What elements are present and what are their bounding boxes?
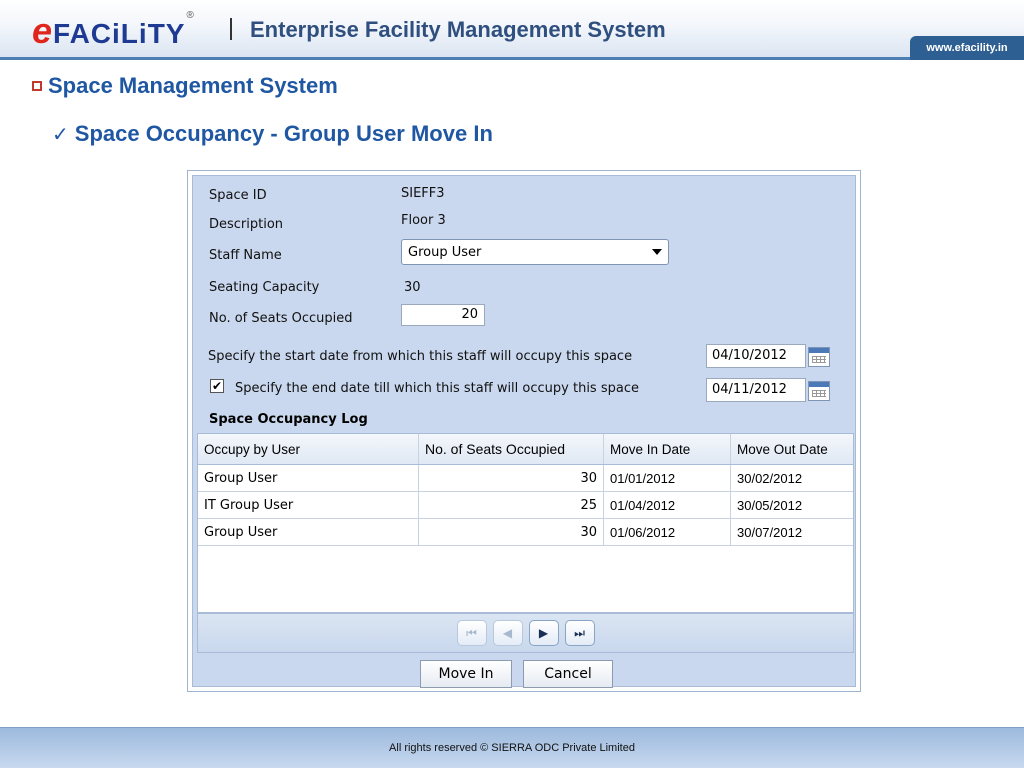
cell-seats: 25 <box>419 492 604 518</box>
cell-user: IT Group User <box>198 492 419 518</box>
table-header: Occupy by User No. of Seats Occupied Mov… <box>198 434 853 465</box>
end-date-calendar-icon[interactable] <box>808 381 830 401</box>
seating-capacity-label: Seating Capacity <box>209 280 320 295</box>
staff-name-selected: Group User <box>408 244 482 260</box>
cell-move-out: 30/05/2012 <box>737 497 803 513</box>
logo-text: FACiLiTY <box>53 18 186 49</box>
move-in-button[interactable]: Move In <box>420 660 512 688</box>
column-header-move-out[interactable]: Move Out Date <box>731 434 853 464</box>
move-in-panel: Space ID SIEFF3 Description Floor 3 Staf… <box>187 170 861 692</box>
cell-move-out: 30/07/2012 <box>737 524 803 540</box>
logo-e: e <box>32 10 54 51</box>
cell-seats: 30 <box>419 519 604 545</box>
last-page-icon[interactable]: ⏭ <box>564 620 595 646</box>
efacility-logo: eFACiLiTY® <box>32 10 195 52</box>
registered-mark: ® <box>186 10 195 21</box>
end-date-checkbox[interactable]: ✔ <box>210 379 224 393</box>
system-title: Enterprise Facility Management System <box>250 17 666 42</box>
checkmark-icon: ✓ <box>52 122 69 146</box>
column-header-user[interactable]: Occupy by User <box>198 434 419 464</box>
pagination-bar: ⏮ ◀ ▶ ⏭ <box>197 613 854 653</box>
staff-name-select[interactable]: Group User <box>401 239 669 265</box>
description-label: Description <box>209 217 284 232</box>
space-id-label: Space ID <box>209 188 267 203</box>
website-badge: www.efacility.in <box>910 36 1024 60</box>
start-date-calendar-icon[interactable] <box>808 347 830 367</box>
chevron-down-icon[interactable] <box>652 249 662 255</box>
seats-occupied-label: No. of Seats Occupied <box>209 311 353 326</box>
table-row[interactable]: Group User 30 01/06/2012 30/07/2012 <box>198 519 853 546</box>
subheading-bullet: ✓ Space Occupancy - Group User Move In <box>52 121 493 147</box>
next-page-icon[interactable]: ▶ <box>528 620 559 646</box>
table-row[interactable]: IT Group User 25 01/04/2012 30/05/2012 <box>198 492 853 519</box>
cell-move-out: 30/02/2012 <box>737 470 803 486</box>
prev-page-icon[interactable]: ◀ <box>492 620 523 646</box>
move-in-form: Space ID SIEFF3 Description Floor 3 Staf… <box>192 175 856 688</box>
cell-seats: 30 <box>419 465 604 491</box>
cell-user: Group User <box>198 465 419 491</box>
column-header-seats[interactable]: No. of Seats Occupied <box>419 434 604 464</box>
header-banner: eFACiLiTY® Enterprise Facility Managemen… <box>0 0 1024 60</box>
start-date-label: Specify the start date from which this s… <box>208 349 633 364</box>
description-value: Floor 3 <box>401 213 446 228</box>
cancel-button[interactable]: Cancel <box>523 660 613 688</box>
space-id-value: SIEFF3 <box>401 186 445 201</box>
page-heading: Space Management System <box>48 73 338 98</box>
footer-bar: All rights reserved © SIERRA ODC Private… <box>0 727 1024 768</box>
end-date-label: Specify the end date till which this sta… <box>235 381 639 396</box>
cell-user: Group User <box>198 519 419 545</box>
heading-bullet: Space Management System <box>32 73 338 99</box>
seating-capacity-value: 30 <box>404 280 421 295</box>
cell-move-in: 01/06/2012 <box>604 519 731 545</box>
column-header-move-in[interactable]: Move In Date <box>604 434 731 464</box>
start-date-input[interactable]: 04/10/2012 <box>706 344 806 368</box>
table-row[interactable]: Group User 30 01/01/2012 30/02/2012 <box>198 465 853 492</box>
header-divider <box>230 18 232 40</box>
cell-move-in: 01/01/2012 <box>604 465 731 491</box>
first-page-icon[interactable]: ⏮ <box>456 620 487 646</box>
seats-occupied-input[interactable]: 20 <box>401 304 485 326</box>
cell-move-in: 01/04/2012 <box>604 492 731 518</box>
copyright-text: All rights reserved © SIERRA ODC Private… <box>389 742 635 754</box>
page-subheading: Space Occupancy - Group User Move In <box>74 121 493 146</box>
staff-name-label: Staff Name <box>209 248 282 263</box>
square-bullet-icon <box>32 81 42 91</box>
occupancy-log-table: Occupy by User No. of Seats Occupied Mov… <box>197 433 854 613</box>
occupancy-log-title: Space Occupancy Log <box>209 412 368 427</box>
end-date-input[interactable]: 04/11/2012 <box>706 378 806 402</box>
